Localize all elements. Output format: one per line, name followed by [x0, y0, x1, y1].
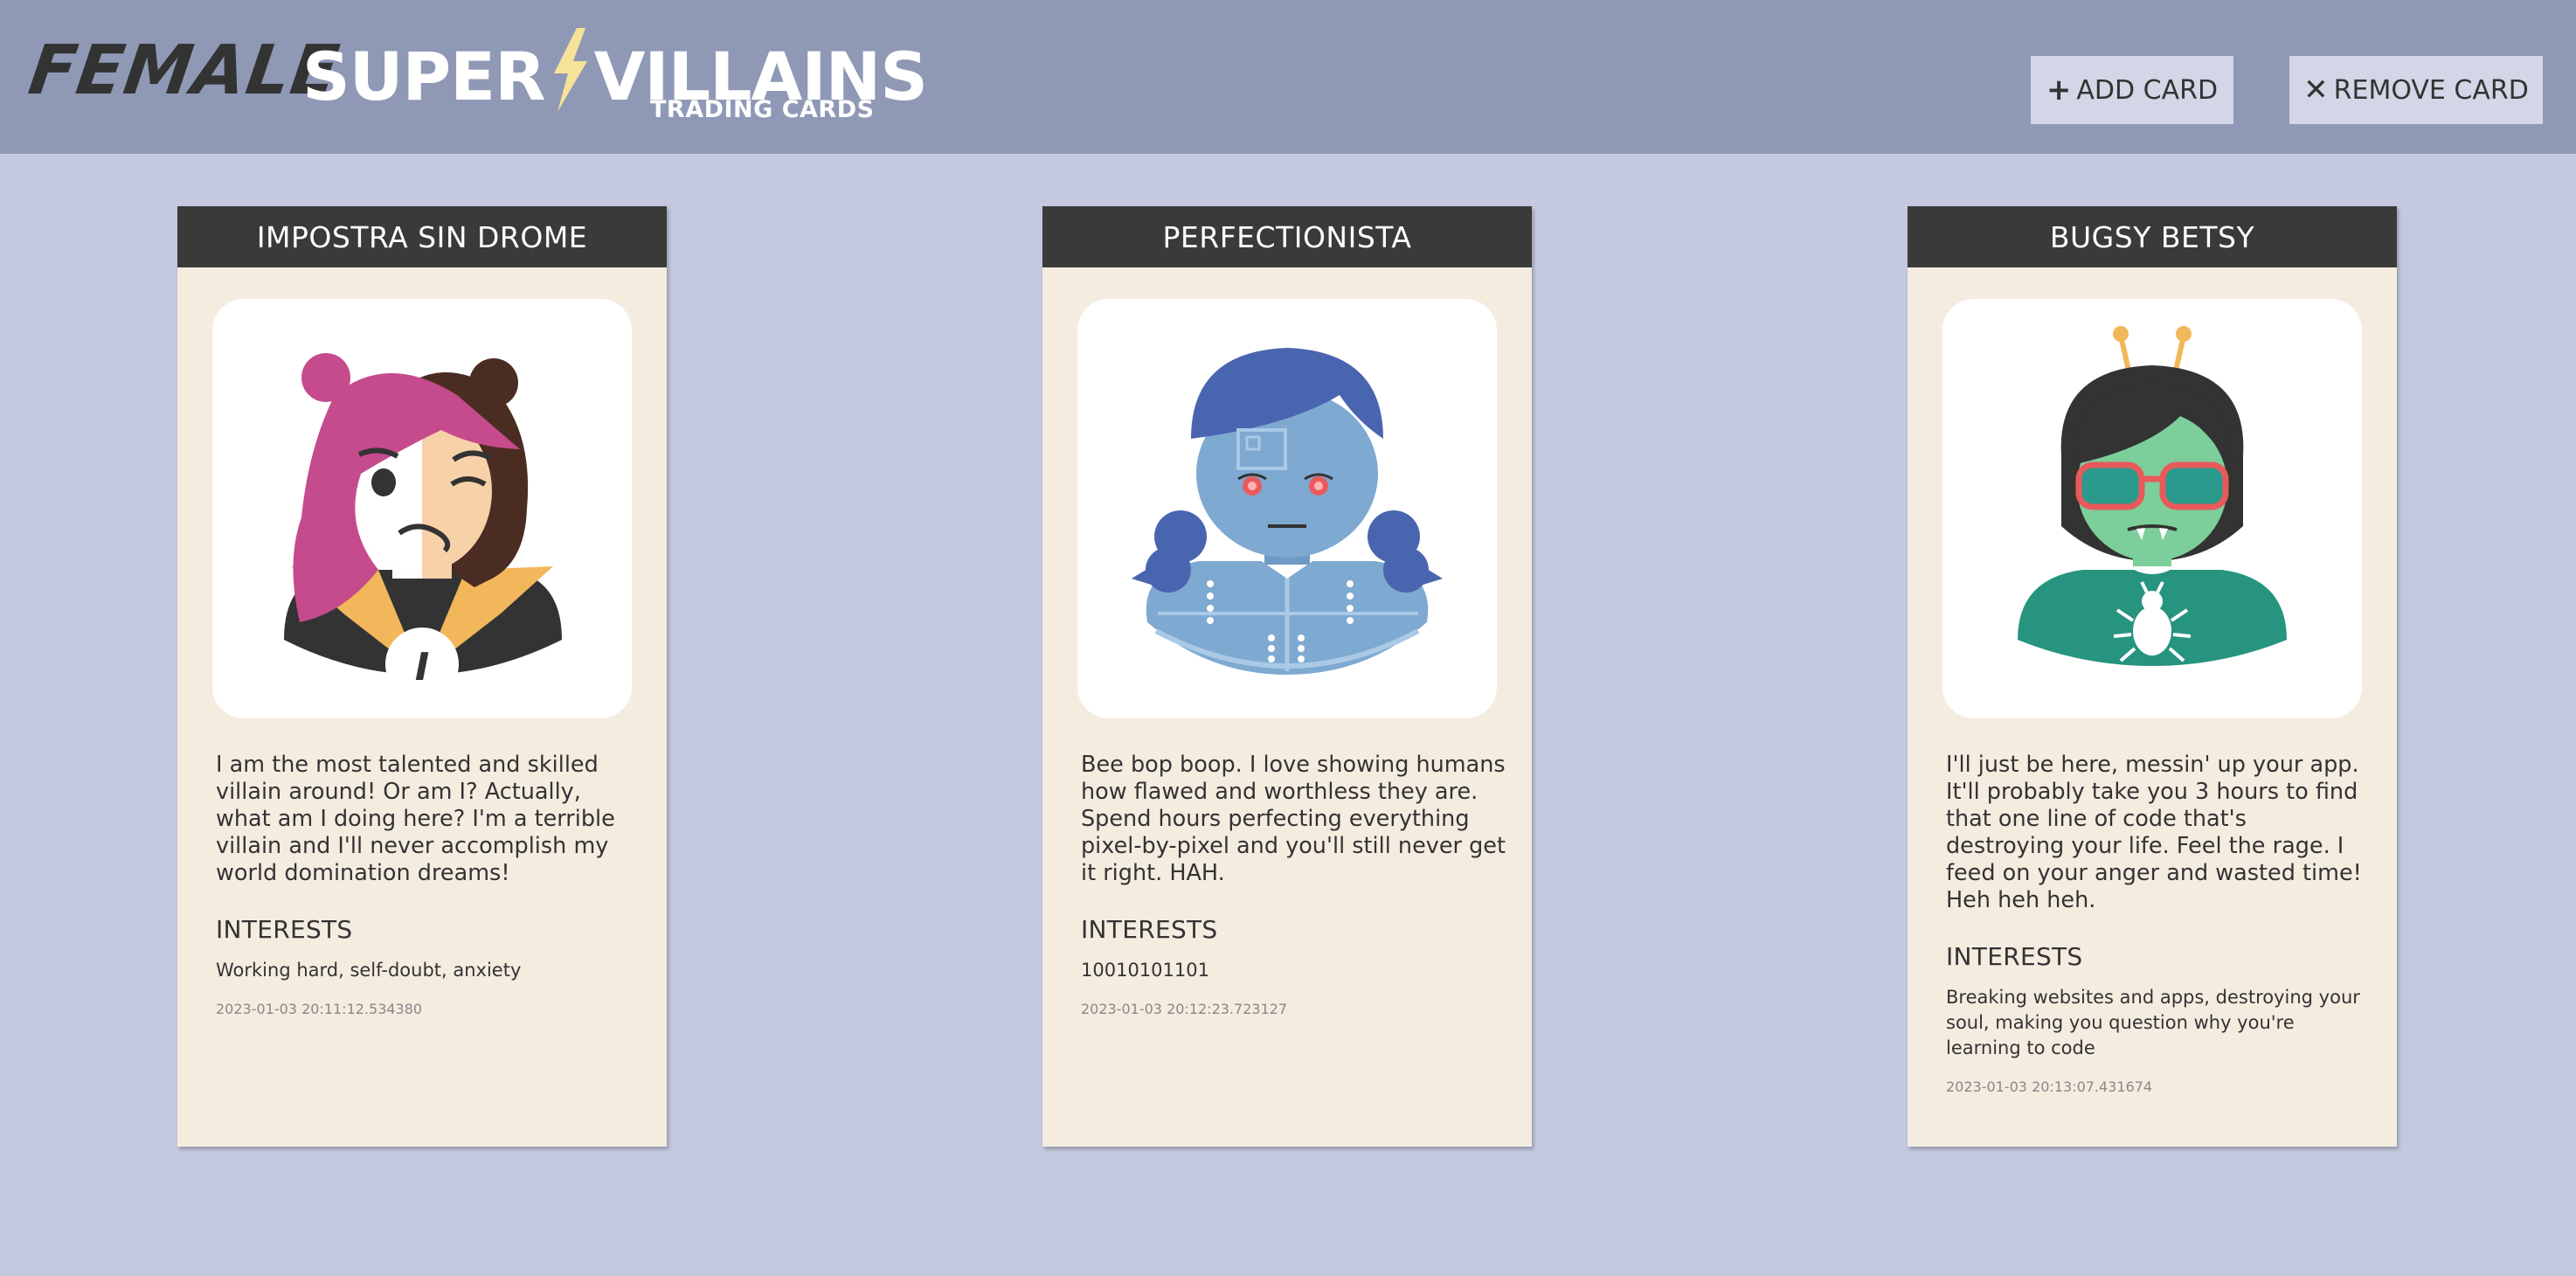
card-timestamp: 2023-01-03 20:13:07.431674: [1946, 1078, 2153, 1095]
card-timestamp: 2023-01-03 20:11:12.534380: [216, 1001, 423, 1017]
interests-text: Breaking websites and apps, destroying y…: [1946, 987, 2360, 1058]
site-logo[interactable]: FEMALE SUPER VILLAINS TRADING CARDS: [24, 23, 928, 136]
remove-card-button[interactable]: ✕ REMOVE CARD: [2289, 56, 2543, 124]
card-title: IMPOSTRA SIN DROME: [177, 206, 667, 267]
card-avatar-frame: [1077, 299, 1497, 718]
interests-heading: INTERESTS: [1946, 942, 2083, 971]
interests-text: 10010101101: [1081, 960, 1209, 981]
card-title: BUGSY BETSY: [1908, 206, 2397, 267]
logo-subtitle: TRADING CARDS: [650, 96, 875, 123]
two-faced-woman-avatar: I: [284, 353, 562, 701]
add-card-button[interactable]: + ADD CARD: [2031, 56, 2233, 124]
villain-card[interactable]: IMPOSTRA SIN DROME I I am the most talen…: [177, 206, 667, 1147]
card-avatar-frame: I: [212, 299, 632, 718]
card-timestamp: 2023-01-03 20:12:23.723127: [1081, 1001, 1288, 1017]
remove-card-label: REMOVE CARD: [2333, 74, 2529, 106]
card-description: I'll just be here, messin' up your app. …: [1946, 752, 2362, 913]
header-bar: FEMALE SUPER VILLAINS TRADING CARDS + ADD…: [0, 0, 2576, 154]
card-description: I am the most talented and skilled villa…: [216, 752, 615, 886]
add-card-label: ADD CARD: [2076, 74, 2219, 106]
card-description: Bee bop boop. I love showing humans how …: [1081, 752, 1506, 886]
card-avatar-frame: [1942, 299, 2362, 718]
villain-card[interactable]: PERFECTIONISTA Bee bop boop. I love show…: [1042, 206, 1532, 1147]
x-icon: ✕: [2303, 73, 2329, 107]
logo-word-female: FEMALE: [24, 31, 344, 110]
villain-card[interactable]: BUGSY BETSY I'll just be here, messin' u…: [1908, 206, 2397, 1147]
card-title: PERFECTIONISTA: [1042, 206, 1532, 267]
lightning-bolt-icon: [553, 28, 587, 112]
bug-girl-avatar: [2018, 326, 2287, 666]
interests-text: Working hard, self-doubt, anxiety: [216, 960, 522, 981]
plus-icon: +: [2046, 73, 2072, 107]
robot-girl-avatar: [1132, 348, 1443, 675]
interests-heading: INTERESTS: [1081, 915, 1218, 944]
interests-heading: INTERESTS: [216, 915, 353, 944]
svg-text:I: I: [415, 645, 429, 690]
